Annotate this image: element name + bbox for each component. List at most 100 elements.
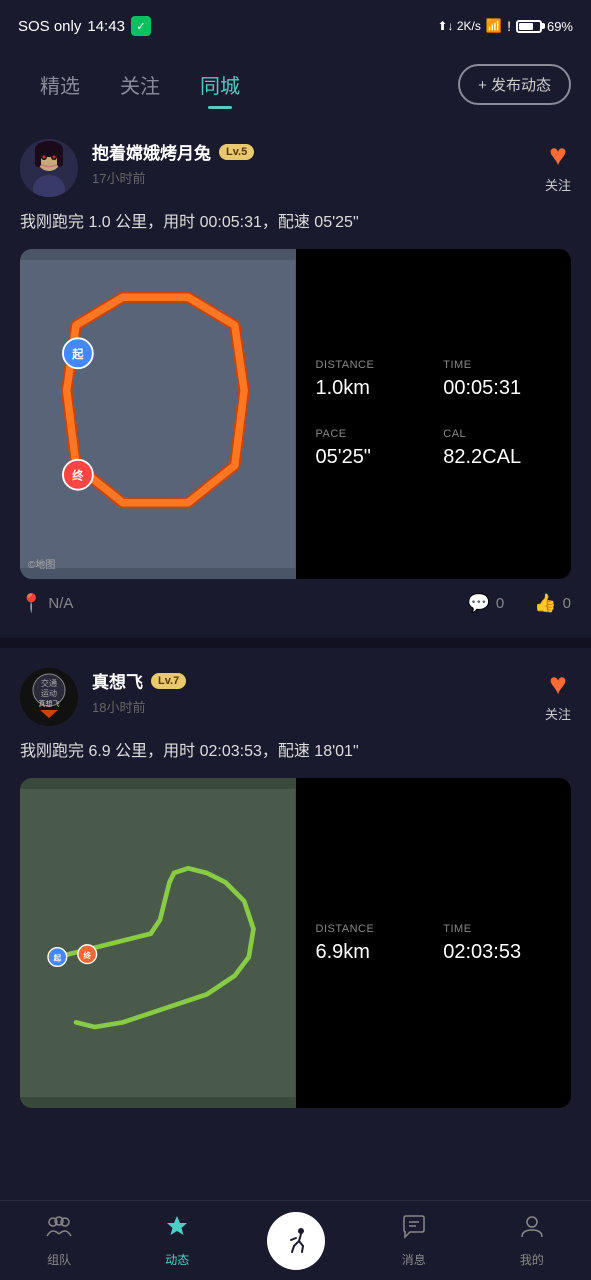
battery-icon (516, 20, 542, 33)
user-icon (519, 1214, 545, 1247)
activity-card-1: 起 终 ©地图 DISTANCE 1.0km TIME 00:05:31 (20, 249, 571, 579)
stat-distance-1: DISTANCE 1.0km (316, 359, 424, 400)
like-count-1: 0 (563, 595, 571, 612)
like-icon-1: 👍 (534, 593, 556, 614)
svg-text:起: 起 (53, 953, 62, 963)
stat-pace-label-1: PACE (316, 428, 424, 440)
time-text: 14:43 (87, 18, 125, 35)
post-card-2: 交通 运动 真想飞 真想飞 Lv.7 18小时前 ♥ 关注 我刚跑完 6.9 公… (0, 648, 591, 1108)
nav-mine-label: 我的 (520, 1251, 544, 1268)
sos-text: SOS only (18, 18, 81, 35)
divider-1 (0, 638, 591, 648)
stat-time-value-1: 00:05:31 (443, 377, 551, 400)
comment-icon-1: 💬 (467, 593, 489, 614)
post-header-1: 抱着嫦娥烤月兔 Lv.5 17小时前 ♥ 关注 (20, 139, 571, 197)
post-time-1: 17小时前 (92, 168, 545, 187)
map-section-1: 起 终 ©地图 (20, 249, 296, 579)
stat-distance-2: DISTANCE 6.9km (316, 923, 424, 964)
follow-button-1[interactable]: ♥ 关注 (545, 139, 571, 194)
level-badge-2: Lv.7 (151, 673, 186, 689)
stat-time-value-2: 02:03:53 (443, 941, 551, 964)
status-right: ⬆↓ 2K/s 📶 ! 69% (437, 18, 573, 34)
stat-time-label-1: TIME (443, 359, 551, 371)
star-icon (164, 1214, 190, 1247)
username-row-2: 真想飞 Lv.7 (92, 668, 545, 693)
svg-text:终: 终 (72, 468, 84, 482)
battery-text: 69% (547, 19, 573, 34)
status-left: SOS only 14:43 ✓ (18, 16, 151, 36)
svg-text:终: 终 (83, 950, 92, 960)
alert-icon: ! (507, 18, 511, 34)
stat-cal-1: CAL 82.2CAL (443, 428, 551, 469)
comment-item-1[interactable]: 💬 0 (467, 593, 504, 614)
location-text-1: N/A (48, 595, 73, 612)
follow-label-2: 关注 (545, 704, 571, 723)
stat-distance-label-1: DISTANCE (316, 359, 424, 371)
wechat-icon: ✓ (131, 16, 151, 36)
bottom-nav: 组队 动态 消息 (0, 1200, 591, 1280)
svg-text:起: 起 (71, 347, 84, 361)
heart-icon-2: ♥ (549, 668, 567, 702)
location-item-1: 📍 N/A (20, 593, 73, 614)
post-header-2: 交通 运动 真想飞 真想飞 Lv.7 18小时前 ♥ 关注 (20, 668, 571, 726)
run-center-button[interactable] (267, 1212, 325, 1270)
location-icon-1: 📍 (20, 593, 42, 614)
tab-local[interactable]: 同城 (180, 62, 260, 107)
stat-distance-label-2: DISTANCE (316, 923, 424, 935)
follow-button-2[interactable]: ♥ 关注 (545, 668, 571, 723)
status-bar: SOS only 14:43 ✓ ⬆↓ 2K/s 📶 ! 69% (0, 0, 591, 50)
stats-section-1: DISTANCE 1.0km TIME 00:05:31 PACE 05'25"… (296, 249, 572, 579)
level-badge-1: Lv.5 (219, 144, 254, 160)
message-icon (401, 1214, 427, 1247)
comment-count-1: 0 (496, 595, 504, 612)
post-text-1: 我刚跑完 1.0 公里，用时 00:05:31，配速 05'25" (20, 211, 571, 235)
like-item-1[interactable]: 👍 0 (534, 593, 571, 614)
post-user-info-1: 抱着嫦娥烤月兔 Lv.5 17小时前 (92, 139, 545, 187)
tab-following[interactable]: 关注 (100, 62, 180, 107)
nav-tabs: 精选 关注 同城 + 发布动态 (0, 50, 591, 119)
stats-row-1-pace-cal: PACE 05'25" CAL 82.2CAL (316, 428, 552, 469)
post-user-info-2: 真想飞 Lv.7 18小时前 (92, 668, 545, 716)
tab-featured[interactable]: 精选 (20, 62, 100, 107)
stat-cal-value-1: 82.2CAL (443, 446, 551, 469)
posts-container: 抱着嫦娥烤月兔 Lv.5 17小时前 ♥ 关注 我刚跑完 1.0 公里，用时 0… (0, 119, 591, 1198)
nav-message[interactable]: 消息 (355, 1214, 473, 1268)
stat-time-2: TIME 02:03:53 (443, 923, 551, 964)
signal-icon: ⬆↓ 2K/s (437, 19, 480, 33)
post-card-1: 抱着嫦娥烤月兔 Lv.5 17小时前 ♥ 关注 我刚跑完 1.0 公里，用时 0… (0, 119, 591, 628)
stats-row-1-distance-time: DISTANCE 1.0km TIME 00:05:31 (316, 359, 552, 400)
stat-distance-value-2: 6.9km (316, 941, 424, 964)
nav-run-center[interactable] (236, 1212, 354, 1270)
nav-team-label: 组队 (47, 1251, 71, 1268)
stat-time-1: TIME 00:05:31 (443, 359, 551, 400)
svg-text:交通: 交通 (41, 678, 57, 688)
post-footer-1: 📍 N/A 💬 0 👍 0 (20, 579, 571, 628)
stats-row-2-distance-time: DISTANCE 6.9km TIME 02:03:53 (316, 923, 552, 964)
nav-mine[interactable]: 我的 (473, 1214, 591, 1268)
battery-indicator (516, 20, 542, 33)
map-section-2: 起 终 (20, 778, 296, 1108)
stat-cal-label-1: CAL (443, 428, 551, 440)
nav-message-label: 消息 (402, 1251, 426, 1268)
stat-pace-value-1: 05'25" (316, 446, 424, 469)
post-text-2: 我刚跑完 6.9 公里，用时 02:03:53，配速 18'01" (20, 740, 571, 764)
stat-distance-value-1: 1.0km (316, 377, 424, 400)
heart-icon-1: ♥ (549, 139, 567, 173)
username-row-1: 抱着嫦娥烤月兔 Lv.5 (92, 139, 545, 164)
nav-team[interactable]: 组队 (0, 1214, 118, 1268)
username-1: 抱着嫦娥烤月兔 (92, 139, 211, 164)
team-icon (46, 1214, 72, 1247)
svg-text:真想飞: 真想飞 (39, 699, 60, 708)
svg-text:运动: 运动 (41, 688, 57, 698)
username-2: 真想飞 (92, 668, 143, 693)
nav-feed-label: 动态 (165, 1251, 189, 1268)
wifi-icon: 📶 (486, 18, 502, 34)
stat-time-label-2: TIME (443, 923, 551, 935)
avatar-1[interactable] (20, 139, 78, 197)
post-time-2: 18小时前 (92, 697, 545, 716)
nav-feed[interactable]: 动态 (118, 1214, 236, 1268)
publish-button[interactable]: + 发布动态 (458, 64, 571, 105)
activity-card-2: 起 终 DISTANCE 6.9km TIME 02:03:53 (20, 778, 571, 1108)
map-label-1: ©地图 (28, 556, 55, 571)
avatar-2[interactable]: 交通 运动 真想飞 (20, 668, 78, 726)
